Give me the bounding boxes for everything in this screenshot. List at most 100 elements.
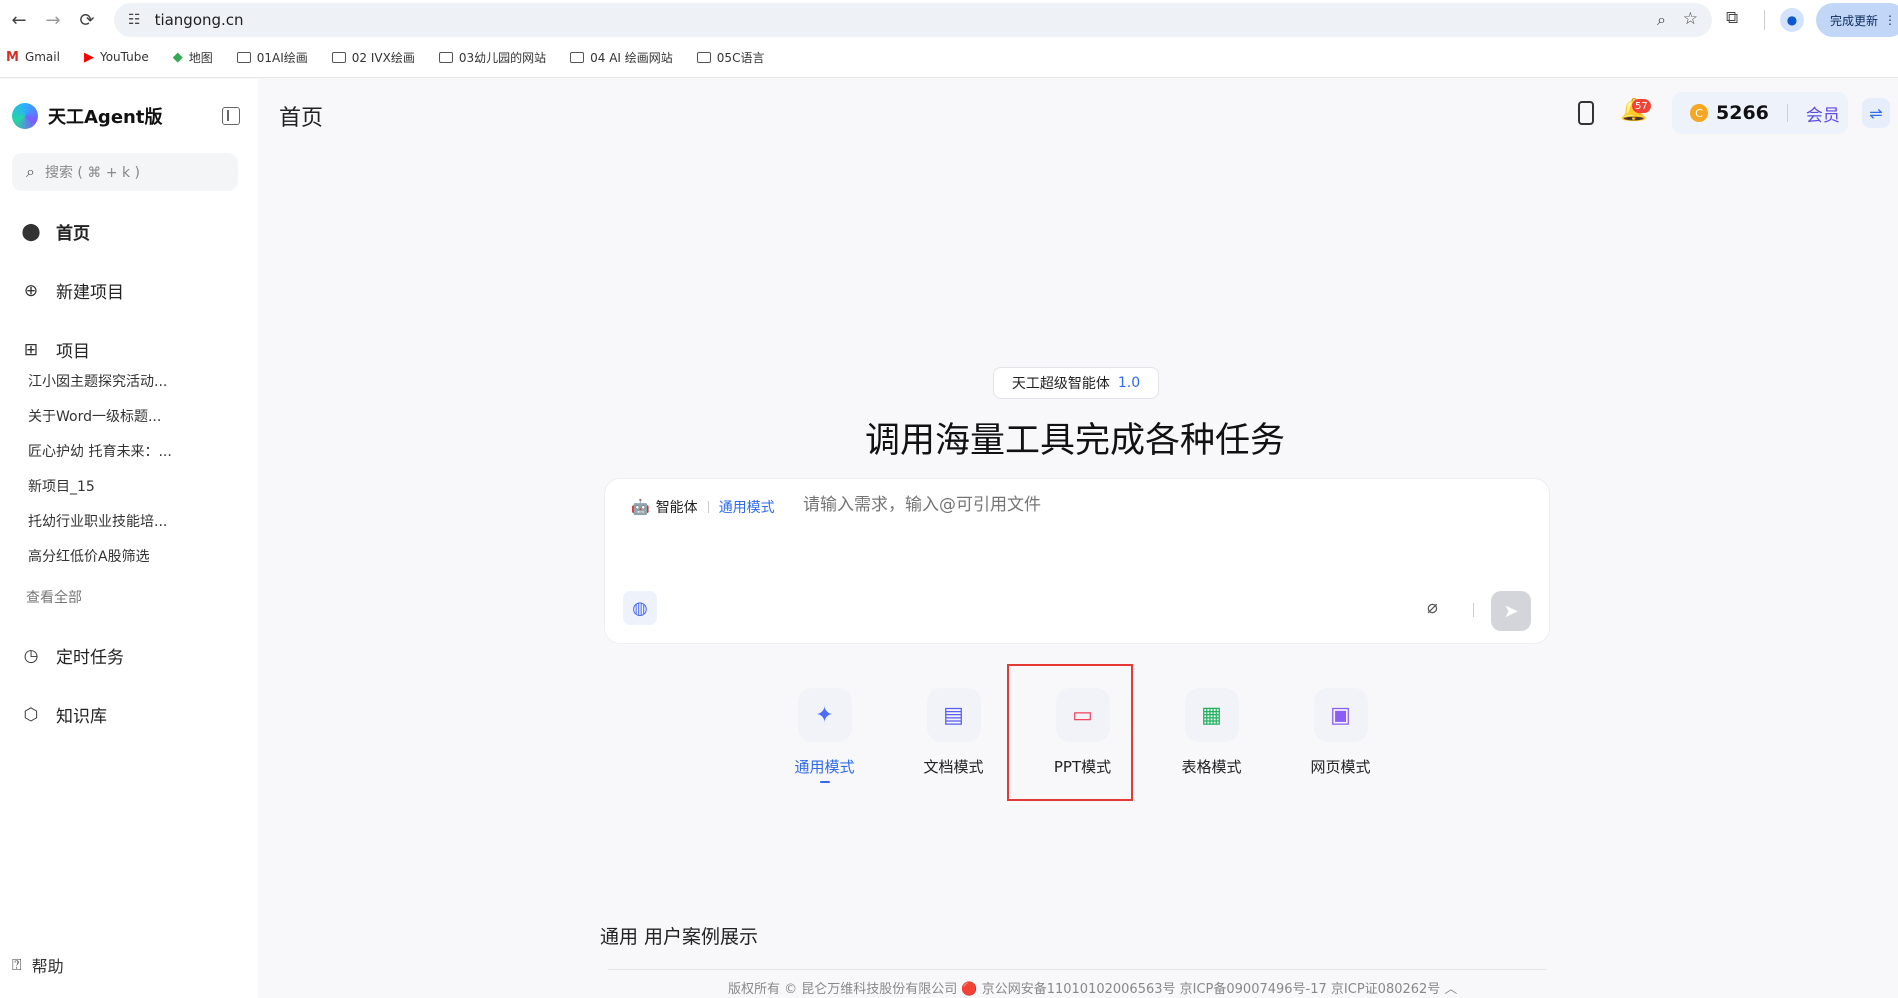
bookmark-youtube[interactable]: ▶ YouTube	[84, 50, 149, 65]
web-search-toggle[interactable]: ◍	[623, 591, 657, 625]
nav-scheduled-label: 定时任务	[56, 648, 124, 668]
project-item[interactable]: 新项目_15	[28, 476, 238, 496]
home-icon: ⬤	[21, 221, 41, 242]
folder-icon	[331, 51, 346, 63]
forward-arrow-icon[interactable]: →	[38, 5, 68, 35]
mode-general[interactable]: ✦ 通用模式	[760, 688, 889, 783]
agent-mode-selector[interactable]: 🤖 智能体 通用模式	[631, 497, 775, 517]
youtube-icon: ▶	[83, 49, 94, 65]
nav-scheduled-tasks[interactable]: ◷ 定时任务	[20, 643, 124, 669]
brand-logo-icon	[12, 103, 38, 129]
table-icon: ▦	[1184, 688, 1239, 742]
mode-document[interactable]: ▤ 文档模式	[889, 688, 1018, 783]
globe-icon: ◍	[632, 597, 648, 619]
document-icon: ▤	[926, 688, 981, 742]
points-value: 5266	[1716, 102, 1769, 124]
coin-icon: C	[1690, 104, 1708, 122]
send-icon: ➤	[1503, 600, 1519, 622]
badge-version: 1.0	[1117, 375, 1141, 391]
cube-icon: ⬡	[23, 704, 39, 725]
bookmark-maps[interactable]: ◆ 地图	[173, 49, 213, 66]
send-button[interactable]: ➤	[1491, 591, 1531, 631]
browser-chrome: ← → ⟳ ☷ tiangong.cn ⌕ ☆ ⧉ ● 完成更新 ⋮ M Gmail…	[0, 0, 1898, 78]
current-mode-label: 通用模式	[718, 500, 775, 516]
back-arrow-icon[interactable]: ←	[4, 5, 34, 35]
badge-label: 天工超级智能体	[1011, 376, 1110, 392]
mode-document-label: 文档模式	[923, 758, 984, 776]
search-icon: ⌕	[26, 162, 35, 181]
translate-icon[interactable]: ⇌	[1862, 98, 1890, 128]
collapse-sidebar-icon[interactable]	[222, 107, 240, 125]
mode-table[interactable]: ▦ 表格模式	[1147, 688, 1276, 783]
help-icon: ⍰	[12, 955, 22, 974]
project-item[interactable]: 匠心护幼 托育未来：...	[28, 441, 238, 461]
site-settings-icon[interactable]: ☷	[128, 12, 141, 28]
prompt-composer: 🤖 智能体 通用模式 ◍ ⌀ ➤	[604, 478, 1550, 644]
mobile-app-icon[interactable]	[1578, 101, 1594, 125]
bookmark-folder-4[interactable]: 04 AI 绘画网站	[570, 49, 673, 66]
bookmark-folder-5[interactable]: 05C语言	[696, 49, 764, 66]
nav-new-project-label: 新建项目	[56, 283, 124, 303]
nav-projects[interactable]: ⊞ 项目	[20, 337, 90, 363]
mode-webpage[interactable]: ▣ 网页模式	[1276, 688, 1405, 783]
search-input[interactable]: ⌕ 搜索 ( ⌘ + k )	[12, 153, 238, 191]
sparkle-icon: ✦	[797, 688, 852, 742]
address-bar[interactable]: ☷ tiangong.cn ⌕ ☆	[114, 3, 1712, 37]
attach-icon[interactable]: ⌀	[1427, 597, 1438, 618]
points-panel[interactable]: C 5266 会员	[1672, 92, 1848, 134]
help-label: 帮助	[31, 957, 64, 976]
prompt-input[interactable]	[803, 495, 1503, 515]
project-item[interactable]: 关于Word一级标题...	[28, 406, 238, 426]
nav-new-project[interactable]: ⊕ 新建项目	[20, 278, 124, 304]
extensions-icon[interactable]: ⧉	[1726, 8, 1738, 28]
folder-icon	[696, 51, 711, 63]
reload-icon[interactable]: ⟳	[72, 5, 102, 35]
nav-home-label: 首页	[56, 224, 90, 244]
webpage-icon: ▣	[1313, 688, 1368, 742]
menu-dots-icon: ⋮	[1884, 13, 1897, 27]
folder-icon	[438, 51, 453, 63]
bookmark-folder-3[interactable]: 03幼儿园的网站	[438, 49, 546, 66]
bookmark-star-icon[interactable]: ☆	[1683, 9, 1698, 29]
url-text: tiangong.cn	[154, 11, 244, 29]
nav-knowledge-base[interactable]: ⬡ 知识库	[20, 702, 107, 728]
points-divider	[1786, 104, 1788, 122]
mode-divider	[707, 501, 709, 513]
brand-name: 天工Agent版	[48, 107, 163, 128]
active-mode-indicator	[819, 781, 830, 783]
sidebar: 天工Agent版 ⌕ 搜索 ( ⌘ + k ) ⬤ 首页 ⊕ 新建项目 ⊞ 项目…	[0, 79, 258, 998]
footer-copyright: 版权所有 © 昆仑万维科技股份有限公司 🔴 京公网安备1101010200656…	[728, 982, 1458, 997]
update-button[interactable]: 完成更新 ⋮	[1816, 3, 1898, 37]
project-item[interactable]: 高分红低价A股筛选	[28, 546, 238, 566]
profile-avatar-icon[interactable]: ●	[1780, 8, 1804, 32]
zoom-icon[interactable]: ⌕	[1657, 10, 1666, 30]
bookmark-folder-2[interactable]: 02 IVX绘画	[331, 49, 415, 66]
hero-headline: 调用海量工具完成各种任务	[864, 421, 1285, 461]
project-item[interactable]: 托幼行业职业技能培...	[28, 511, 238, 531]
agent-version-badge: 天工超级智能体 1.0	[993, 367, 1159, 399]
nav-home[interactable]: ⬤ 首页	[20, 219, 90, 245]
folder-icon	[570, 51, 585, 63]
bookmark-folder-1[interactable]: 01AI绘画	[236, 49, 308, 66]
help-button[interactable]: ⍰ 帮助	[12, 953, 64, 977]
robot-icon: 🤖	[631, 498, 650, 516]
maps-icon: ◆	[172, 49, 183, 65]
projects-icon: ⊞	[23, 339, 39, 360]
mode-general-label: 通用模式	[794, 758, 855, 776]
plus-circle-icon: ⊕	[23, 280, 39, 301]
notification-badge: 57	[1632, 99, 1651, 113]
toolbar-divider	[1764, 10, 1765, 30]
highlight-box	[1007, 664, 1133, 801]
mode-table-label: 表格模式	[1181, 758, 1242, 776]
gmail-icon: M	[6, 49, 19, 65]
member-link[interactable]: 会员	[1806, 101, 1840, 126]
bookmark-gmail[interactable]: M Gmail	[6, 50, 60, 65]
mode-webpage-label: 网页模式	[1310, 758, 1371, 776]
project-item[interactable]: 江小囡主题探究活动...	[28, 371, 238, 391]
search-placeholder: 搜索 ( ⌘ + k )	[44, 165, 140, 181]
nav-knowledge-label: 知识库	[56, 707, 107, 727]
cases-section-title: 通用 用户案例展示	[600, 926, 759, 948]
view-all-link[interactable]: 查看全部	[26, 587, 82, 607]
brand-logo[interactable]: 天工Agent版	[12, 103, 162, 129]
footer-divider	[608, 969, 1546, 970]
